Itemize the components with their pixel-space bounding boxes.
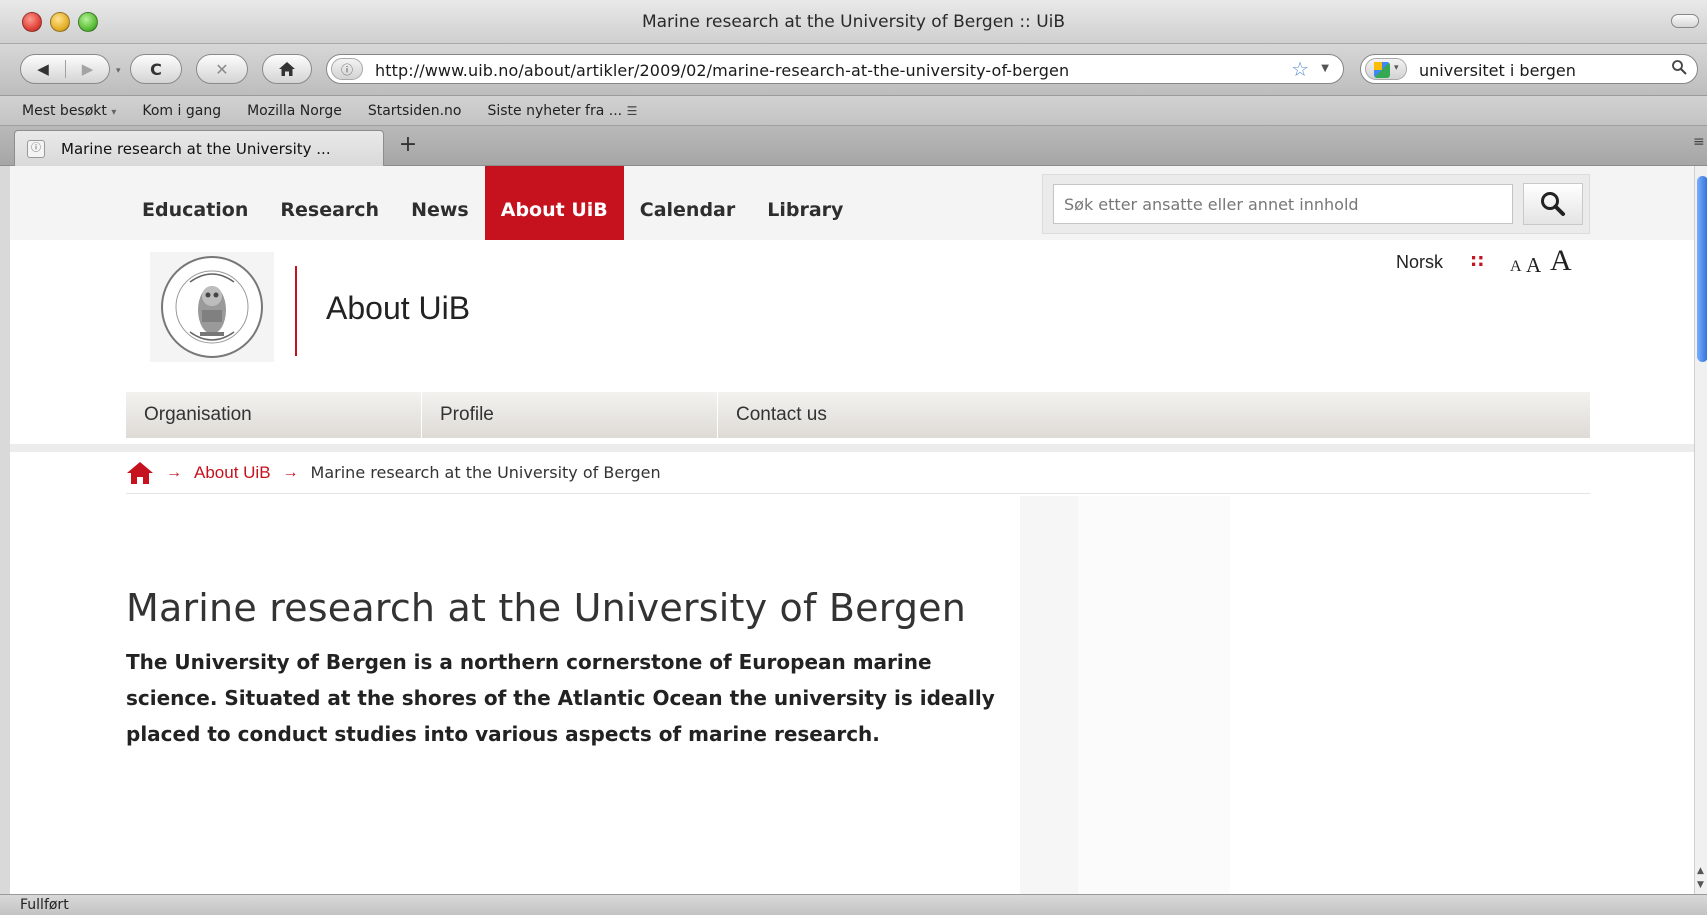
- bookmark-getting-started[interactable]: Kom i gang: [142, 103, 221, 119]
- back-forward-group: ◀ ▶: [20, 54, 110, 84]
- scroll-up-icon[interactable]: ▲: [1697, 866, 1704, 876]
- magnifier-icon[interactable]: [1671, 59, 1687, 79]
- bookmarks-toolbar: Mest besøkt ▾ Kom i gang Mozilla Norge S…: [0, 96, 1707, 126]
- bookmark-label: Siste nyheter fra ...: [487, 102, 623, 119]
- bookmark-label: Mest besøkt: [22, 102, 107, 119]
- uib-seal-logo[interactable]: [150, 252, 274, 362]
- window-left-edge: [0, 166, 10, 894]
- stop-button[interactable]: ✕: [196, 54, 248, 84]
- site-search: Søk etter ansatte eller annet innhold: [1042, 174, 1590, 234]
- subnav-profile[interactable]: Profile: [422, 392, 718, 438]
- breadcrumb-separator: →: [282, 463, 299, 481]
- url-text[interactable]: http://www.uib.no/about/artikler/2009/02…: [375, 61, 1069, 80]
- tab-marine-research[interactable]: ⓘ Marine research at the University ...: [14, 130, 384, 166]
- university-seal-icon: [161, 256, 263, 358]
- star-icon[interactable]: ☆: [1291, 57, 1309, 81]
- search-engine-selector[interactable]: ▾: [1365, 58, 1407, 80]
- engine-dropdown-icon: ▾: [1394, 63, 1399, 73]
- site-main-nav: Education Research News About UiB Calend…: [126, 166, 859, 240]
- window-title: Marine research at the University of Ber…: [641, 12, 1066, 32]
- url-bar[interactable]: ⓘ http://www.uib.no/about/artikler/2009/…: [326, 54, 1344, 84]
- article-lead: The University of Bergen is a northern c…: [126, 650, 995, 746]
- language-link-norsk[interactable]: Norsk: [1396, 252, 1443, 273]
- font-size-small[interactable]: A: [1510, 258, 1522, 276]
- navigation-toolbar: ◀ ▶ ▾ C ✕ ⓘ http://www.uib.no/about/arti…: [0, 44, 1707, 96]
- font-size-medium[interactable]: A: [1526, 253, 1541, 278]
- browser-search-box[interactable]: ▾ universitet i bergen: [1360, 54, 1698, 84]
- bookmark-mozilla-norge[interactable]: Mozilla Norge: [247, 103, 342, 119]
- new-tab-button[interactable]: +: [388, 130, 428, 162]
- site-search-input[interactable]: Søk etter ansatte eller annet innhold: [1053, 184, 1513, 224]
- history-dropdown-icon[interactable]: ▾: [116, 66, 121, 76]
- window-titlebar: Marine research at the University of Ber…: [0, 0, 1707, 44]
- site-favicon-icon: ⓘ: [27, 140, 45, 158]
- reload-button[interactable]: C: [130, 54, 182, 84]
- status-bar: Fullført: [0, 894, 1707, 915]
- breadcrumb: → About UiB → Marine research at the Uni…: [126, 452, 1590, 494]
- vertical-scrollbar[interactable]: ▲ ▼: [1694, 166, 1707, 894]
- stop-icon: ✕: [215, 59, 229, 79]
- breadcrumb-about-uib[interactable]: About UiB: [194, 463, 271, 483]
- breadcrumb-separator: →: [166, 463, 182, 481]
- scroll-down-icon[interactable]: ▼: [1697, 880, 1704, 890]
- language-separator: ::: [1470, 250, 1485, 271]
- breadcrumb-current: Marine research at the University of Ber…: [310, 463, 661, 482]
- nav-library[interactable]: Library: [751, 166, 859, 240]
- tab-label: Marine research at the University ...: [61, 140, 331, 158]
- nav-education[interactable]: Education: [126, 166, 264, 240]
- logo-divider: [295, 266, 297, 356]
- section-title[interactable]: About UiB: [326, 290, 470, 327]
- bookmark-most-visited[interactable]: Mest besøkt ▾: [22, 103, 116, 119]
- bookmark-startsiden[interactable]: Startsiden.no: [368, 103, 462, 119]
- sidebar-inner-column: [1078, 496, 1230, 894]
- header-divider: [10, 444, 1694, 452]
- tab-list-icon[interactable]: ≡: [1693, 134, 1707, 158]
- forward-arrow-icon[interactable]: ▶: [64, 60, 109, 78]
- right-sidebar-column: [1020, 496, 1230, 894]
- nav-calendar[interactable]: Calendar: [624, 166, 751, 240]
- section-subnav: Organisation Profile Contact us: [126, 392, 1590, 438]
- toolbar-toggle-button[interactable]: [1671, 14, 1699, 28]
- nav-news[interactable]: News: [395, 166, 485, 240]
- reload-icon: C: [150, 59, 162, 79]
- article: Marine research at the University of Ber…: [126, 586, 1006, 752]
- google-icon-accent: [1374, 62, 1382, 70]
- bookmark-latest-news[interactable]: Siste nyheter fra ... ☰: [487, 103, 637, 119]
- page-viewport: Education Research News About UiB Calend…: [10, 166, 1694, 894]
- font-size-large[interactable]: A: [1550, 244, 1572, 278]
- back-arrow-icon[interactable]: ◀: [21, 60, 65, 78]
- tab-bar: ⓘ Marine research at the University ... …: [0, 126, 1707, 166]
- nav-about-uib[interactable]: About UiB: [484, 166, 624, 240]
- subnav-organisation[interactable]: Organisation: [126, 392, 422, 438]
- browser-search-input[interactable]: universitet i bergen: [1419, 61, 1576, 80]
- magnifier-icon: [1541, 192, 1565, 216]
- subnav-contact-us[interactable]: Contact us: [718, 392, 1014, 438]
- scrollbar-thumb[interactable]: [1697, 176, 1707, 362]
- url-dropdown-icon[interactable]: ▼: [1321, 63, 1329, 74]
- home-icon[interactable]: [126, 461, 154, 485]
- site-search-button[interactable]: [1523, 183, 1583, 225]
- site-identity-icon[interactable]: ⓘ: [331, 58, 363, 80]
- home-icon: [279, 62, 295, 76]
- article-title: Marine research at the University of Ber…: [126, 586, 967, 630]
- rss-icon: ☰: [626, 103, 638, 118]
- nav-research[interactable]: Research: [264, 166, 395, 240]
- home-button[interactable]: [262, 54, 312, 84]
